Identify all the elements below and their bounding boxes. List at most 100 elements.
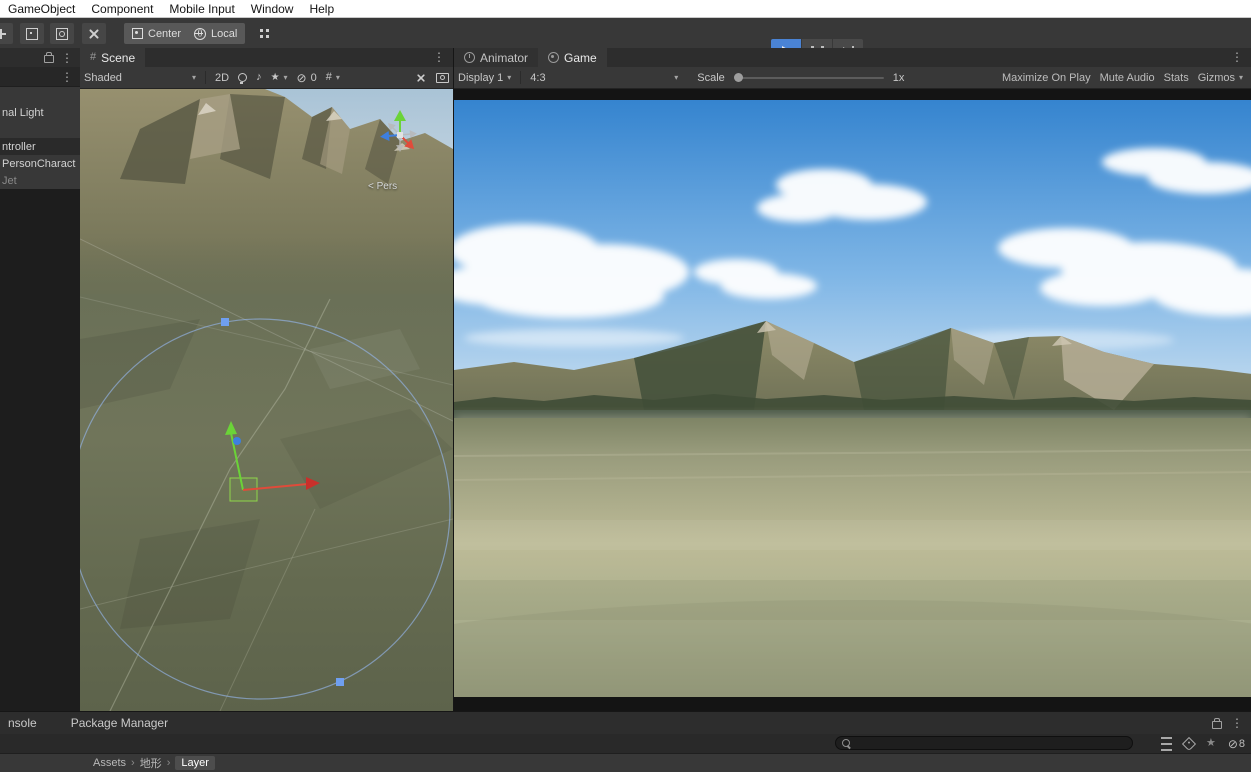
breadcrumb-assets[interactable]: Assets <box>93 757 126 769</box>
menu-gameobject[interactable]: GameObject <box>0 0 83 17</box>
chevron-down-icon: ▾ <box>336 74 340 82</box>
scene-toolbar: Shaded ▾ 2D ♪ ★ ▾ ⊘ 0 # ▾ <box>80 67 453 89</box>
tab-console[interactable]: nsole <box>0 712 45 734</box>
kebab-menu-icon[interactable]: ⋮ <box>433 51 445 63</box>
scale-slider-thumb[interactable] <box>734 73 743 82</box>
hierarchy-item-directional-light[interactable]: nal Light <box>0 104 80 121</box>
hierarchy-list: nal Light ntroller PersonCharact Jet <box>0 104 80 189</box>
animator-tab-icon <box>464 52 475 63</box>
breadcrumb-sep-icon: › <box>131 758 135 769</box>
move-tool-button[interactable] <box>0 23 13 44</box>
pivot-toggle-button[interactable]: Center <box>124 23 189 44</box>
project-search-input[interactable] <box>854 737 1126 749</box>
menu-help[interactable]: Help <box>301 0 342 17</box>
handle-rotation-toggle-button[interactable]: Local <box>186 23 245 44</box>
hierarchy-item-blank[interactable] <box>0 121 80 138</box>
game-tabbar: Animator Game ⋮ <box>454 48 1251 67</box>
handle-rotation-label: Local <box>211 28 237 40</box>
transform-tool-icon <box>56 28 68 40</box>
hierarchy-header: ⋮ <box>0 48 80 67</box>
move-tool-icon <box>0 29 6 39</box>
breadcrumb-terrain[interactable]: 地形 <box>140 755 162 771</box>
grid-snap-icon <box>260 29 269 38</box>
tab-animator[interactable]: Animator <box>454 48 538 67</box>
toggle-2d-button[interactable]: 2D <box>215 72 229 84</box>
kebab-menu-icon[interactable]: ⋮ <box>1231 717 1243 729</box>
game-tab-icon <box>548 52 559 63</box>
kebab-menu-icon[interactable]: ⋮ <box>61 52 73 64</box>
hierarchy-empty-area <box>0 189 80 711</box>
aspect-ratio-dropdown[interactable]: 4:3 ▾ <box>530 72 678 84</box>
kebab-menu-icon[interactable]: ⋮ <box>1231 51 1243 63</box>
menu-component[interactable]: Component <box>83 0 161 17</box>
breadcrumb: Assets › 地形 › Layer <box>0 753 1251 772</box>
scene-effects-dropdown[interactable]: ★ ▾ <box>271 73 288 83</box>
project-search-field[interactable] <box>835 736 1133 750</box>
list-view-icon[interactable] <box>1161 737 1172 751</box>
wrench-icon <box>88 28 100 40</box>
tab-package-manager[interactable]: Package Manager <box>63 712 176 734</box>
scale-label: Scale <box>697 72 725 84</box>
radius-handle-bottom[interactable] <box>336 678 344 686</box>
scene-viewport[interactable]: < Pers <box>80 89 453 711</box>
scene-lighting-icon[interactable] <box>238 73 247 82</box>
scene-tools-icon[interactable] <box>416 73 426 83</box>
menu-mobile-input[interactable]: Mobile Input <box>161 0 242 17</box>
main-toolbar: Center Local <box>0 18 1251 49</box>
stats-toggle[interactable]: Stats <box>1164 72 1189 84</box>
display-label: Display 1 <box>458 72 503 84</box>
project-toolbar: ★ ⊘ 8 <box>0 734 1251 753</box>
chevron-down-icon: ▾ <box>507 74 511 82</box>
gizmos-dropdown[interactable]: Gizmos ▾ <box>1198 72 1243 84</box>
scene-visibility-toggle[interactable]: ⊘ 0 <box>297 72 317 84</box>
scene-panel: # Scene ⋮ Shaded ▾ 2D ♪ ★ ▾ ⊘ 0 # ▾ <box>80 48 453 711</box>
grid-snap-button[interactable] <box>252 23 276 44</box>
chevron-down-icon: ▾ <box>1239 74 1243 82</box>
favorites-star-icon[interactable]: ★ <box>1206 738 1216 749</box>
scene-camera-icon[interactable] <box>436 73 449 83</box>
bottom-tabbar: nsole Package Manager ⋮ <box>0 712 1251 734</box>
scene-audio-icon[interactable]: ♪ <box>256 72 262 83</box>
scale-slider[interactable] <box>734 77 884 79</box>
globe-icon <box>194 28 206 40</box>
scene-tab-icon: # <box>90 52 96 63</box>
hidden-objects-count: 0 <box>311 72 317 84</box>
hierarchy-item-jet[interactable]: Jet <box>0 172 80 189</box>
z-axis-handle[interactable] <box>233 437 241 445</box>
lock-icon[interactable] <box>44 55 54 63</box>
mute-audio-toggle[interactable]: Mute Audio <box>1100 72 1155 84</box>
display-dropdown[interactable]: Display 1 ▾ <box>458 72 511 84</box>
game-viewport[interactable] <box>454 89 1251 711</box>
breadcrumb-sep-icon: › <box>167 758 171 769</box>
hierarchy-item-person-character[interactable]: PersonCharact <box>0 155 80 172</box>
menu-bar: GameObject Component Mobile Input Window… <box>0 0 1251 18</box>
animator-tab-label: Animator <box>480 51 528 65</box>
hidden-packages-toggle[interactable]: ⊘ 8 <box>1228 738 1245 750</box>
rect-tool-button[interactable] <box>20 23 44 44</box>
kebab-menu-icon[interactable]: ⋮ <box>61 71 73 83</box>
maximize-on-play-toggle[interactable]: Maximize On Play <box>1002 72 1091 84</box>
custom-tool-button[interactable] <box>82 23 106 44</box>
scene-camera-label: < Pers <box>368 181 397 192</box>
grid-icon: # <box>326 72 332 83</box>
hidden-packages-count: 8 <box>1239 738 1245 750</box>
scale-value: 1x <box>893 72 905 84</box>
game-render <box>454 100 1251 697</box>
eye-off-icon: ⊘ <box>1228 738 1238 750</box>
search-by-label-icon[interactable] <box>1182 736 1196 750</box>
menu-window[interactable]: Window <box>243 0 302 17</box>
rect-tool-icon <box>26 28 38 40</box>
gizmos-label: Gizmos <box>1198 72 1235 84</box>
breadcrumb-layer[interactable]: Layer <box>175 756 215 770</box>
tab-scene[interactable]: # Scene <box>80 48 145 67</box>
search-icon <box>842 739 850 747</box>
shading-mode-dropdown[interactable]: Shaded ▾ <box>84 72 196 84</box>
hierarchy-toolbar: ⋮ <box>0 67 80 87</box>
scene-grid-dropdown[interactable]: # ▾ <box>326 72 340 83</box>
tab-game[interactable]: Game <box>538 48 607 67</box>
transform-tool-button[interactable] <box>50 23 74 44</box>
radius-handle-top[interactable] <box>221 318 229 326</box>
hierarchy-item-controller[interactable]: ntroller <box>0 138 80 155</box>
scene-tabbar: # Scene ⋮ <box>80 48 453 67</box>
lock-icon[interactable] <box>1212 721 1222 729</box>
